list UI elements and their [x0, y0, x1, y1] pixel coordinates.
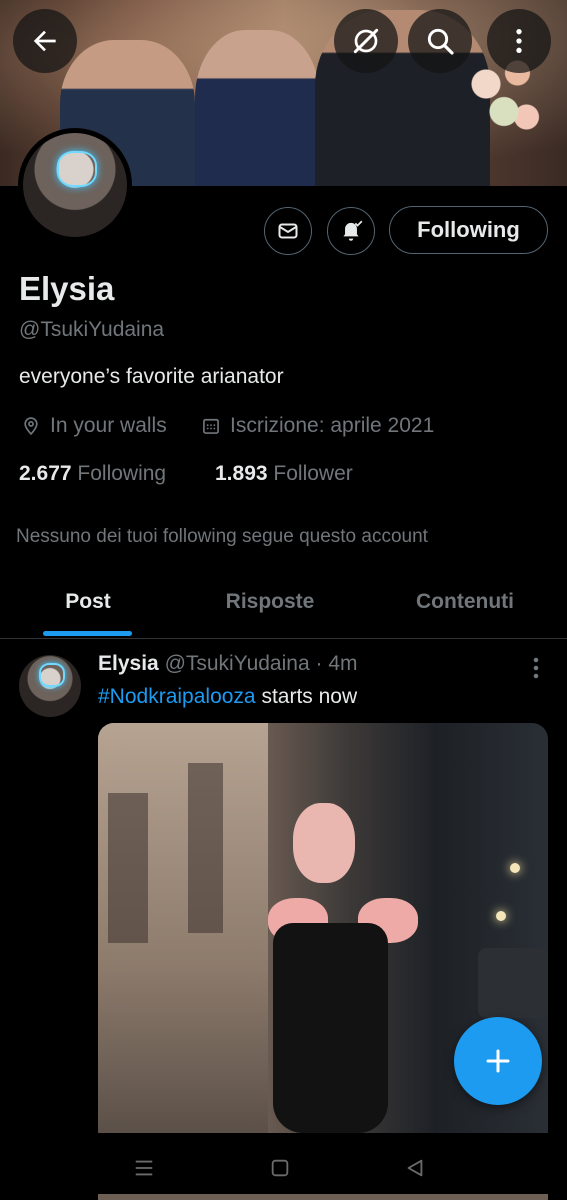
menu-lines-icon	[135, 1160, 153, 1176]
envelope-icon	[278, 223, 298, 239]
profile-bio: everyone’s favorite arianator	[19, 365, 284, 388]
profile-avatar[interactable]	[18, 128, 132, 242]
post-author-avatar[interactable]	[19, 655, 81, 717]
more-options-button[interactable]	[487, 9, 551, 73]
recent-apps-button[interactable]	[129, 1153, 159, 1183]
post-body: starts now	[255, 685, 358, 708]
post-author-handle[interactable]: @TsukiYudaina	[165, 652, 310, 675]
tab-risposte[interactable]: Risposte	[200, 590, 340, 614]
arrow-left-icon	[33, 30, 56, 52]
following-count: 2.677	[19, 462, 72, 485]
profile-location: In your walls	[21, 414, 167, 438]
followers-label: Follower	[273, 462, 353, 485]
search-button[interactable]	[408, 9, 472, 73]
home-button[interactable]	[265, 1153, 295, 1183]
grok-button[interactable]	[334, 9, 398, 73]
calendar-icon	[203, 418, 219, 434]
post-hashtag[interactable]: #Nodkraipalooza	[98, 685, 256, 708]
post-separator: ·	[315, 652, 323, 675]
location-text: In your walls	[50, 414, 167, 437]
post-text: #Nodkraipalooza starts now	[98, 685, 357, 709]
post-header: Elysia @TsukiYudaina · 4m	[98, 652, 358, 676]
profile-join-date: Iscrizione: aprile 2021	[201, 414, 434, 438]
message-button[interactable]	[264, 207, 312, 255]
active-tab-indicator	[43, 631, 132, 636]
followers-count: 1.893	[215, 462, 268, 485]
followers-count-link[interactable]: 1.893 Follower	[215, 462, 353, 486]
join-date-text: Iscrizione: aprile 2021	[230, 414, 435, 437]
bell-check-icon	[343, 220, 363, 241]
notifications-button[interactable]	[327, 207, 375, 255]
search-icon	[427, 28, 454, 55]
triangle-back-icon	[407, 1159, 423, 1177]
profile-name: Elysia	[19, 270, 115, 307]
post-timestamp[interactable]: 4m	[328, 652, 357, 675]
grok-icon	[353, 28, 379, 54]
mutuals-note: Nessuno dei tuoi following segue questo …	[16, 526, 428, 547]
media-bottom-edge	[98, 1194, 548, 1200]
back-button[interactable]	[13, 9, 77, 73]
post-author-name[interactable]: Elysia	[98, 652, 159, 675]
following-count-link[interactable]: 2.677 Following	[19, 462, 166, 486]
avatar-image	[23, 133, 127, 237]
tab-post[interactable]: Post	[28, 590, 148, 614]
system-back-button[interactable]	[400, 1153, 430, 1183]
plus-icon	[486, 1049, 510, 1073]
tabs-divider	[0, 638, 567, 639]
location-pin-icon	[24, 417, 38, 436]
system-navigation-bar	[0, 1133, 567, 1200]
tab-contenuti[interactable]: Contenuti	[395, 590, 535, 614]
post-more-icon[interactable]	[522, 656, 550, 680]
following-label: Following	[77, 462, 167, 485]
profile-handle: @TsukiYudaina	[19, 318, 165, 341]
compose-button[interactable]	[454, 1017, 542, 1105]
more-vertical-icon	[516, 29, 522, 53]
square-icon	[271, 1159, 289, 1177]
following-button[interactable]: Following	[389, 206, 548, 254]
